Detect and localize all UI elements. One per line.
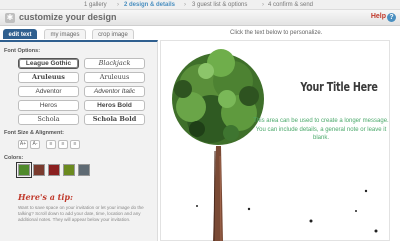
font-option-adventor-italic[interactable]: Adventor Italic <box>84 86 145 97</box>
progress-stepper: 1 gallery › 2 design & details › 3 guest… <box>0 0 400 10</box>
tip-title: Here's a tip: <box>18 192 73 202</box>
align-right-icon[interactable]: ≡ <box>70 140 80 149</box>
color-swatch[interactable] <box>33 164 45 176</box>
color-swatch[interactable] <box>78 164 90 176</box>
font-option-schola[interactable]: Schola <box>18 114 79 125</box>
color-swatch[interactable] <box>16 162 32 178</box>
font-option-heros[interactable]: Heros <box>18 100 79 111</box>
step-arrow-icon: › <box>184 2 186 8</box>
tip-text: Want to save space on your invitation or… <box>18 205 144 222</box>
font-option-league-gothic[interactable]: League Gothic <box>18 58 79 69</box>
font-options-label: Font Options: <box>4 48 41 54</box>
step-arrow-icon: › <box>117 2 119 8</box>
invitation-preview: Your Title Here This area can be used to… <box>160 40 390 241</box>
step-guest-list[interactable]: 3 guest list & options <box>192 0 247 10</box>
font-size-increase-icon[interactable]: A+ <box>18 140 28 149</box>
help-icon[interactable]: ? <box>387 13 396 22</box>
font-option-adventor[interactable]: Adventor <box>18 86 79 97</box>
font-option-schola-bold[interactable]: Schola Bold <box>84 114 145 125</box>
help-link[interactable]: Help <box>371 13 386 20</box>
section-header: ✱ customize your design Help ? <box>0 10 400 26</box>
invitation-title[interactable]: Your Title Here <box>299 80 379 94</box>
align-left-icon[interactable]: ≡ <box>46 140 56 149</box>
font-option-aruleuus-alt[interactable]: Aruleuus <box>84 72 145 83</box>
editor-tabs: edit text my images crop image <box>0 29 165 40</box>
tab-crop-image[interactable]: crop image <box>92 29 134 39</box>
font-option-heros-bold[interactable]: Heros Bold <box>84 100 145 111</box>
tab-edit-text[interactable]: edit text <box>3 29 37 39</box>
color-swatch[interactable] <box>63 164 75 176</box>
colors-label: Colors: <box>4 155 24 161</box>
font-size-alignment-label: Font Size & Alignment: <box>4 130 64 136</box>
gear-icon: ✱ <box>5 13 15 23</box>
font-option-aruleuus[interactable]: Aruleuus <box>18 72 79 83</box>
font-option-blackjack[interactable]: Blackjack <box>84 58 145 69</box>
step-design-details[interactable]: 2 design & details <box>124 0 175 10</box>
color-swatch[interactable] <box>48 164 60 176</box>
tab-my-images[interactable]: my images <box>44 29 86 39</box>
align-center-icon[interactable]: ≡ <box>58 140 68 149</box>
step-gallery[interactable]: 1 gallery <box>84 0 107 10</box>
page-title: customize your design <box>19 12 117 22</box>
invitation-message[interactable]: This area can be used to create a longer… <box>251 117 391 143</box>
font-size-decrease-icon[interactable]: A- <box>30 140 40 149</box>
step-arrow-icon: › <box>262 2 264 8</box>
step-confirm-send[interactable]: 4 confirm & send <box>268 0 313 10</box>
personalize-hint: Click the text below to personalize. <box>230 30 323 36</box>
